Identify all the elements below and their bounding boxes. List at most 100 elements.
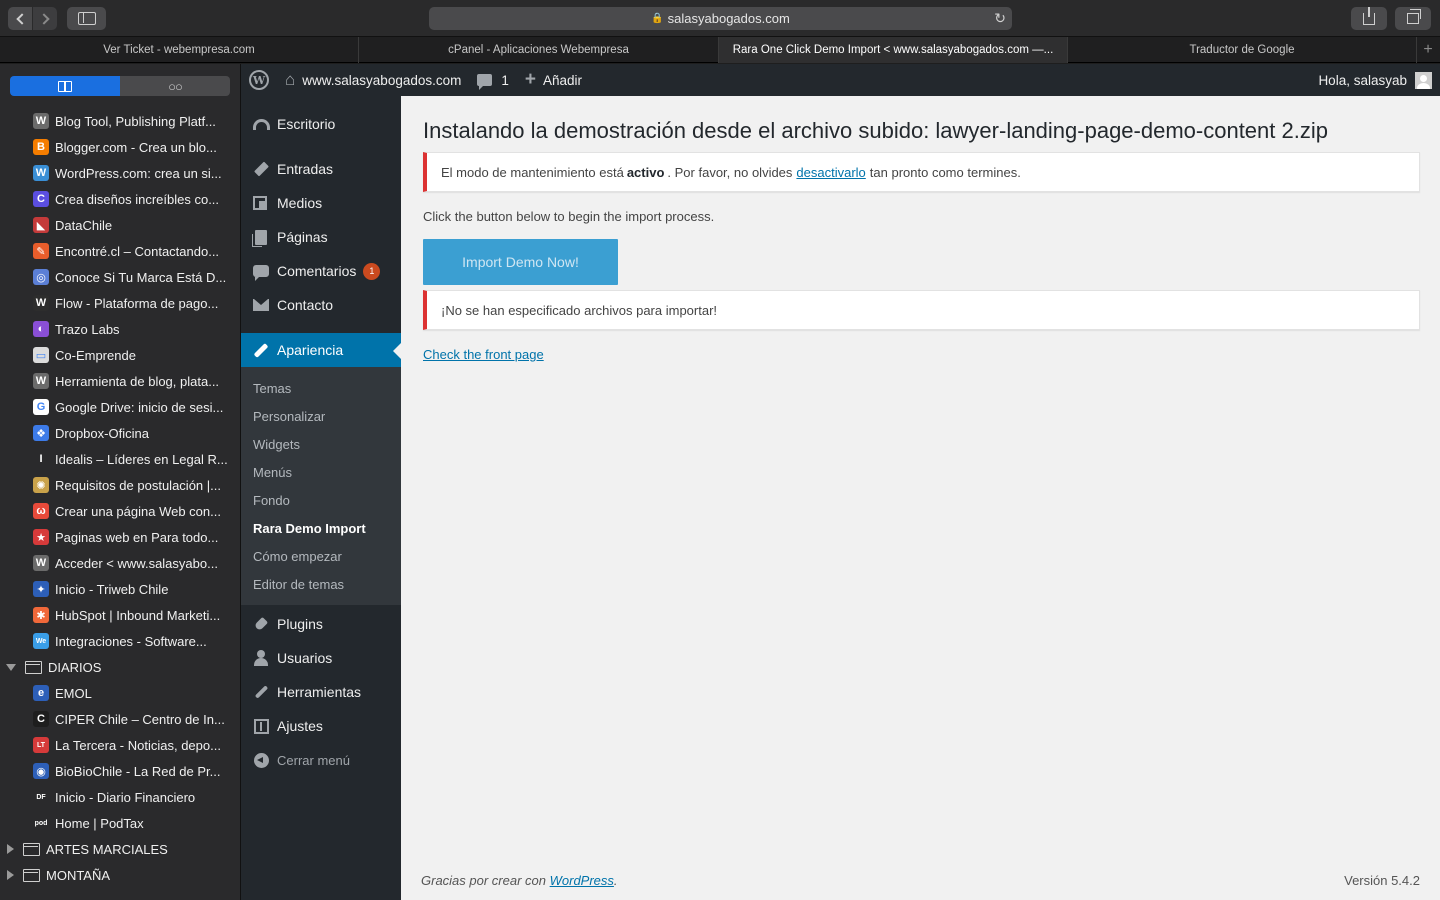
dropbox-icon: ❖ <box>33 425 49 441</box>
bookmark-label: La Tercera - Noticias, depo... <box>55 737 221 753</box>
check-front-page-link[interactable]: Check the front page <box>423 347 544 362</box>
address-bar[interactable]: 🔒 salasyabogados.com ↻ <box>429 7 1012 30</box>
bookmark-item[interactable]: ▭ Co-Emprende <box>0 342 240 368</box>
menu-item-entradas[interactable]: Entradas <box>241 152 401 186</box>
bookmark-item[interactable]: C CIPER Chile – Centro de In... <box>0 706 240 732</box>
submenu-widgets[interactable]: Widgets <box>241 430 401 458</box>
disclosure-closed-icon[interactable] <box>7 844 14 854</box>
add-new-menu[interactable]: + Añadir <box>517 64 590 96</box>
show-tabs-button[interactable] <box>1395 7 1431 30</box>
bookmark-item[interactable]: ✎ Encontré.cl – Contactando... <box>0 238 240 264</box>
sidebar-icon <box>77 12 96 25</box>
new-tab-button[interactable]: + <box>1417 37 1439 62</box>
bookmark-item[interactable]: e EMOL <box>0 680 240 706</box>
menu-item-escritorio[interactable]: Escritorio <box>241 107 401 141</box>
chevron-left-icon <box>15 12 28 25</box>
submenu-como-empezar[interactable]: Cómo empezar <box>241 542 401 570</box>
bookmark-item[interactable]: ★ Paginas web en Para todo... <box>0 524 240 550</box>
menu-item-ajustes[interactable]: Ajustes <box>241 709 401 743</box>
menu-item-medios[interactable]: Medios <box>241 186 401 220</box>
submenu-fondo[interactable]: Fondo <box>241 486 401 514</box>
wp-logo-menu[interactable]: W <box>241 64 277 96</box>
media-icon <box>251 193 271 213</box>
bookmark-label: Dropbox-Oficina <box>55 425 149 441</box>
folder-icon <box>23 868 40 882</box>
bookmark-item[interactable]: LT La Tercera - Noticias, depo... <box>0 732 240 758</box>
collapse-menu-button[interactable]: Cerrar menú <box>241 743 401 777</box>
bookmark-item[interactable]: ✱ HubSpot | Inbound Marketi... <box>0 602 240 628</box>
site-name-link[interactable]: ⌂ www.salasyabogados.com <box>277 64 469 96</box>
submenu-personalizar[interactable]: Personalizar <box>241 402 401 430</box>
bookmark-item[interactable]: pod Home | PodTax <box>0 810 240 836</box>
menu-item-usuarios[interactable]: Usuarios <box>241 641 401 675</box>
tab-ver-ticket[interactable]: Ver Ticket - webempresa.com <box>0 37 359 63</box>
sidebar-toggle-button[interactable] <box>67 7 106 30</box>
bookmark-label: Integraciones - Software... <box>55 633 207 649</box>
bookmark-item[interactable]: ◐ Trazo Labs <box>0 316 240 342</box>
bookmark-folder[interactable]: MONTAÑA <box>0 862 240 888</box>
tab-rara-demo-import[interactable]: Rara One Click Demo Import < www.salasya… <box>719 37 1068 63</box>
reload-icon[interactable]: ↻ <box>994 10 1006 27</box>
share-button[interactable] <box>1351 6 1387 30</box>
menu-label: Comentarios <box>277 263 357 279</box>
bookmark-item[interactable]: I Idealis – Líderes en Legal R... <box>0 446 240 472</box>
menu-item-paginas[interactable]: Páginas <box>241 220 401 254</box>
bookmark-item[interactable]: ◎ Conoce Si Tu Marca Está D... <box>0 264 240 290</box>
disclosure-closed-icon[interactable] <box>7 870 14 880</box>
bookmark-folder[interactable]: DIARIOS <box>0 654 240 680</box>
bookmark-item[interactable]: ✦ Inicio - Triweb Chile <box>0 576 240 602</box>
bookmark-item[interactable]: W Flow - Plataforma de pago... <box>0 290 240 316</box>
wordpress-link[interactable]: WordPress <box>550 873 614 888</box>
reading-list-tab[interactable]: ○○ <box>120 76 230 96</box>
notice-text-mid: . Por favor, no olvides <box>667 164 793 180</box>
comment-icon <box>251 261 271 281</box>
canva-icon: C <box>33 191 49 207</box>
chile-flag-icon: ★ <box>33 529 49 545</box>
submenu-rara-demo-import[interactable]: Rara Demo Import <box>241 514 401 542</box>
submenu-editor-temas[interactable]: Editor de temas <box>241 570 401 598</box>
disclosure-open-icon[interactable] <box>6 663 16 671</box>
bookmark-item[interactable]: G Google Drive: inicio de sesi... <box>0 394 240 420</box>
menu-item-apariencia[interactable]: Apariencia <box>241 333 401 367</box>
bookmark-item[interactable]: ω Crear una página Web con... <box>0 498 240 524</box>
deactivate-link[interactable]: desactivarlo <box>796 165 865 180</box>
import-demo-button[interactable]: Import Demo Now! <box>423 239 618 285</box>
bookmark-item[interactable]: W Acceder < www.salasyabo... <box>0 550 240 576</box>
bookmark-item[interactable]: C Crea diseños increíbles co... <box>0 186 240 212</box>
bookmark-item[interactable]: ◣ DataChile <box>0 212 240 238</box>
bookmark-item[interactable]: We Integraciones - Software... <box>0 628 240 654</box>
bookmark-label: EMOL <box>55 685 92 701</box>
my-account-menu[interactable]: Hola, salasyab <box>1318 64 1432 96</box>
bookmark-folder[interactable]: ARTES MARCIALES <box>0 836 240 862</box>
submenu-menus[interactable]: Menús <box>241 458 401 486</box>
forward-button[interactable] <box>33 7 57 30</box>
tab-cpanel[interactable]: cPanel - Aplicaciones Webempresa <box>359 37 719 63</box>
footer-thankyou: Gracias por crear con WordPress. <box>421 873 618 888</box>
blogger-icon: B <box>33 139 49 155</box>
dashboard-icon <box>251 114 271 134</box>
back-button[interactable] <box>8 7 32 30</box>
menu-item-contacto[interactable]: Contacto <box>241 288 401 322</box>
comments-link[interactable]: 1 <box>469 64 517 96</box>
bookmark-label: Co-Emprende <box>55 347 136 363</box>
tab-traductor[interactable]: Traductor de Google <box>1068 37 1417 63</box>
bookmark-item[interactable]: ❖ Dropbox-Oficina <box>0 420 240 446</box>
df-icon: DF <box>33 789 49 805</box>
bookmarks-tab[interactable] <box>10 76 120 96</box>
menu-item-herramientas[interactable]: Herramientas <box>241 675 401 709</box>
bookmark-item[interactable]: B Blogger.com - Crea un blo... <box>0 134 240 160</box>
bookmark-item[interactable]: W Herramienta de blog, plata... <box>0 368 240 394</box>
menu-item-plugins[interactable]: Plugins <box>241 607 401 641</box>
bookmark-item[interactable]: W Blog Tool, Publishing Platf... <box>0 108 240 134</box>
menu-item-comentarios[interactable]: Comentarios 1 <box>241 254 401 288</box>
apariencia-submenu: Temas Personalizar Widgets Menús Fondo R… <box>241 367 401 605</box>
bookmark-item[interactable]: DF Inicio - Diario Financiero <box>0 784 240 810</box>
marca-icon: ◎ <box>33 269 49 285</box>
submenu-temas[interactable]: Temas <box>241 374 401 402</box>
bookmark-label: Herramienta de blog, plata... <box>55 373 220 389</box>
bookmark-item[interactable]: ◉ BioBioChile - La Red de Pr... <box>0 758 240 784</box>
wordpress-icon: W <box>33 113 49 129</box>
bookmark-label: Google Drive: inicio de sesi... <box>55 399 224 415</box>
bookmark-item[interactable]: ✺ Requisitos de postulación |... <box>0 472 240 498</box>
bookmark-item[interactable]: W WordPress.com: crea un si... <box>0 160 240 186</box>
